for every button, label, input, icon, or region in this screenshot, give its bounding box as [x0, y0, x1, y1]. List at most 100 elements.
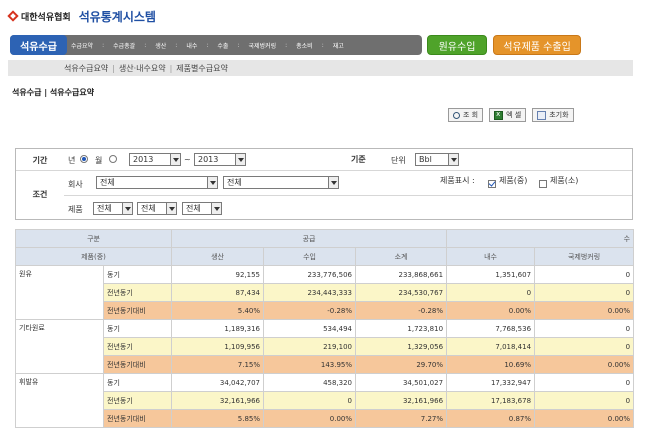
table-row: 전년동기 87,434 234,443,333 234,530,767 0 0: [16, 283, 635, 302]
product-value-1: 전체: [97, 204, 112, 213]
cell-bunkering: 0.00%: [534, 409, 635, 428]
table-row: 전년동기대비 5.40% -0.28% -0.28% 0.00% 0.00%: [16, 301, 635, 320]
period-row: 기간 년 월 2013 ~ 2013 기준 단위 Bbl: [16, 149, 632, 171]
nav-separator: :: [175, 41, 178, 49]
cell-subtotal: 234,530,767: [355, 283, 448, 302]
reset-button[interactable]: 초기화: [532, 108, 574, 122]
filter-panel: 기간 년 월 2013 ~ 2013 기준 단위 Bbl 조건 회사 전체 전체…: [15, 148, 633, 220]
company-label: 회사: [68, 180, 83, 189]
cell-import: 458,320: [263, 373, 357, 392]
crude-import-button[interactable]: 원유수입: [427, 35, 487, 55]
excel-icon: [494, 110, 504, 120]
cell-import: 234,443,333: [263, 283, 357, 302]
nav-separator: :: [102, 41, 105, 49]
product-select-1[interactable]: 전체: [93, 202, 133, 215]
reset-button-label: 초기화: [549, 111, 569, 119]
excel-button[interactable]: 엑 셀: [489, 108, 527, 122]
cell-production: 32,161,966: [171, 391, 265, 410]
search-icon: [453, 111, 460, 119]
main-nav: 석유수급 수급요약 : 수급총괄 : 생산 : 내수 : 수출 : 국제벙커링 …: [10, 35, 620, 55]
row-label: 동기: [102, 319, 173, 338]
cell-production: 5.40%: [171, 301, 265, 320]
row-label: 전년동기: [102, 337, 173, 356]
cell-bunkering: 0.00%: [534, 355, 635, 374]
header-demand-group: 수: [446, 229, 635, 248]
subnav-item-production-summary[interactable]: 생산·내수요약: [119, 63, 166, 74]
cell-bunkering: 0: [534, 265, 635, 284]
chevron-down-icon: [211, 203, 221, 214]
row-label: 전년동기대비: [102, 409, 173, 428]
period-label: 기간: [32, 156, 48, 165]
nav-item-overall[interactable]: 수급총괄: [111, 41, 137, 50]
subnav-separator: |: [169, 63, 173, 73]
chevron-down-icon: [448, 154, 458, 165]
display-mid-checkbox[interactable]: [488, 180, 496, 188]
nav-item-bunkering[interactable]: 국제벙커링: [246, 41, 278, 50]
header-production: 생산: [171, 247, 265, 266]
search-button-label: 조 회: [463, 111, 479, 119]
month-radio[interactable]: [109, 155, 117, 163]
nav-item-export[interactable]: 수출: [215, 41, 230, 50]
row-label: 전년동기: [102, 283, 173, 302]
unit-select[interactable]: Bbl: [415, 153, 459, 166]
nav-item-production[interactable]: 생산: [153, 41, 168, 50]
subnav-item-supply-summary[interactable]: 석유수급요약: [64, 63, 108, 74]
header-import: 수입: [263, 247, 357, 266]
cell-import: 534,494: [263, 319, 357, 338]
company-select[interactable]: 전체: [96, 176, 218, 189]
cell-import: 0: [263, 391, 357, 410]
from-year-select[interactable]: 2013: [129, 153, 181, 166]
toolbar: 조 회 엑 셀 초기화: [448, 108, 574, 122]
display-mid-label: 제품(중): [499, 176, 528, 185]
chevron-down-icon: [328, 177, 338, 188]
from-year-value: 2013: [133, 155, 154, 164]
product-select-2[interactable]: 전체: [137, 202, 177, 215]
table-row: 기타원료 동기 1,189,316 534,494 1,723,810 7,76…: [15, 319, 635, 374]
nav-item-consumption[interactable]: 총소비: [294, 41, 315, 50]
condition-row: 조건 회사 전체 전체 제품표시 : 제품(중) 제품(소) 제품 전체 전체 …: [16, 171, 632, 219]
nav-item-domestic[interactable]: 내수: [184, 41, 199, 50]
diamond-logo-icon: [8, 11, 18, 21]
unit-label: 단위: [391, 156, 406, 165]
basis-label: 기준: [351, 155, 366, 164]
nav-tab-active[interactable]: 석유수급: [10, 35, 67, 55]
search-button[interactable]: 조 회: [448, 108, 484, 122]
cell-bunkering: 0: [534, 319, 635, 338]
supply-demand-table: 구분 공급 수 제품(중) 생산 수입 소계 내수 국제벙커링 원유 동기 92…: [14, 229, 635, 428]
unit-value: Bbl: [419, 155, 432, 164]
nav-item-inventory[interactable]: 재고: [331, 41, 346, 50]
nav-separator: :: [321, 41, 324, 49]
header-supply-group: 공급: [171, 229, 448, 248]
cell-bunkering: 0: [534, 391, 635, 410]
cell-subtotal: 233,868,661: [355, 265, 448, 284]
cell-subtotal: 1,723,810: [355, 319, 448, 338]
cell-bunkering: 0: [534, 373, 635, 392]
system-title[interactable]: 석유통계시스템: [79, 8, 156, 25]
chevron-down-icon: [235, 154, 245, 165]
chevron-down-icon: [207, 177, 217, 188]
cell-subtotal: 32,161,966: [355, 391, 448, 410]
product-trade-button[interactable]: 석유제품 수출입: [493, 35, 581, 55]
cell-production: 92,155: [171, 265, 265, 284]
display-small-checkbox[interactable]: [539, 180, 547, 188]
subnav-item-product-summary[interactable]: 제품별수급요약: [176, 63, 228, 74]
subnav-separator: |: [112, 63, 115, 73]
nav-separator: :: [237, 41, 240, 49]
company-sub-value: 전체: [227, 178, 242, 187]
condition-label: 조건: [32, 190, 48, 199]
year-radio[interactable]: [80, 155, 88, 163]
nav-item-summary[interactable]: 수급요약: [69, 41, 95, 50]
header-product-mid: 제품(중): [14, 247, 173, 266]
cell-domestic: 0: [446, 283, 536, 302]
product-select-3[interactable]: 전체: [182, 202, 222, 215]
to-year-select[interactable]: 2013: [194, 153, 246, 166]
year-radio-label: 년: [68, 156, 76, 165]
cell-import: -0.28%: [263, 301, 357, 320]
table-row: 원유 동기 92,155 233,776,506 233,868,661 1,3…: [15, 265, 635, 320]
cell-import: 143.95%: [263, 355, 357, 374]
display-small-label: 제품(소): [550, 176, 579, 185]
chevron-down-icon: [122, 203, 132, 214]
table-row: 전년동기 32,161,966 0 32,161,966 17,183,678 …: [16, 391, 635, 410]
company-sub-select[interactable]: 전체: [223, 176, 339, 189]
nav-separator: :: [285, 41, 288, 49]
